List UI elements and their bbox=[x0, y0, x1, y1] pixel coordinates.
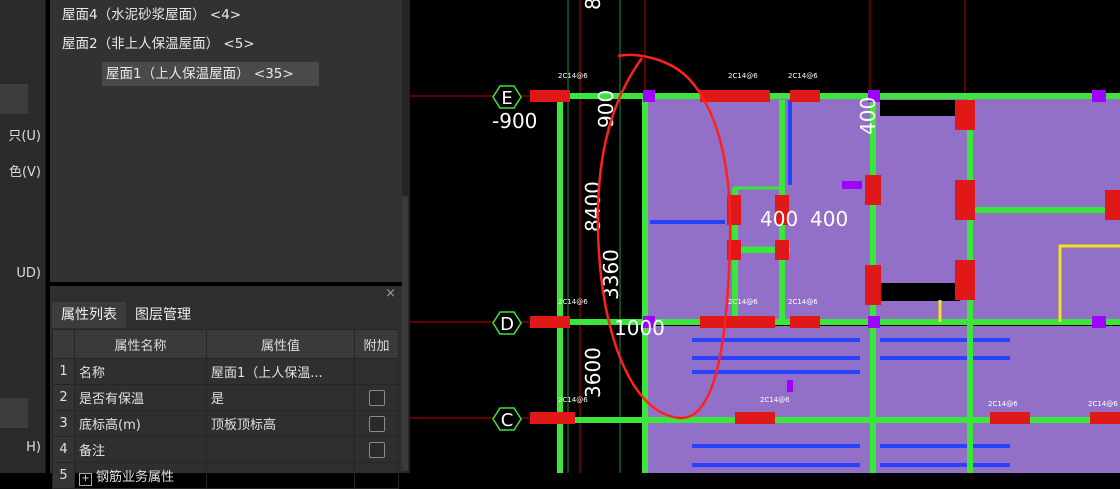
property-extra bbox=[354, 436, 399, 463]
column-mark bbox=[1092, 316, 1106, 328]
rebar-mark bbox=[1090, 412, 1120, 424]
column-header-index bbox=[52, 329, 75, 359]
strip-item-u[interactable]: 只(U) bbox=[0, 125, 45, 144]
panel-tabs: 属性列表 图层管理 bbox=[52, 302, 200, 328]
column-mark bbox=[1092, 90, 1106, 102]
table-row[interactable]: 3 底标高(m) 顶板顶标高 bbox=[52, 410, 399, 437]
dim-400-a: 400 bbox=[760, 207, 798, 231]
property-name[interactable]: 是否有保温 bbox=[74, 384, 207, 411]
cad-canvas[interactable]: 2C14@6 2C14@6 2C14@6 2C14@6 2C14@6 2C14@… bbox=[410, 0, 1120, 473]
rebar-mark bbox=[790, 90, 820, 102]
property-name[interactable]: 底标高(m) bbox=[74, 410, 207, 437]
property-value[interactable] bbox=[206, 436, 355, 463]
table-row[interactable]: 5 + 钢筋业务属性 bbox=[52, 462, 399, 489]
property-name[interactable]: 备注 bbox=[74, 436, 207, 463]
left-toolbar-strip: 只(U) 色(V) UD) H) bbox=[0, 0, 46, 473]
extra-checkbox[interactable] bbox=[368, 415, 385, 432]
property-value[interactable]: 是 bbox=[206, 384, 355, 411]
axis-label-c: C bbox=[501, 410, 514, 431]
rebar-mark bbox=[1105, 190, 1120, 220]
strip-selected-item-2[interactable] bbox=[0, 398, 28, 428]
rebar-mark bbox=[530, 90, 570, 102]
row-number: 5 bbox=[52, 462, 75, 489]
rebar-mark bbox=[865, 175, 881, 205]
table-row[interactable]: 4 备注 bbox=[52, 436, 399, 463]
property-extra bbox=[354, 358, 399, 385]
close-icon[interactable]: × bbox=[385, 286, 396, 301]
rebar-label: 2C14@6 bbox=[558, 72, 588, 80]
rebar-mark bbox=[955, 180, 975, 220]
property-name-text: 钢筋业务属性 bbox=[96, 469, 175, 485]
rebar-mark bbox=[700, 90, 770, 102]
column-mark bbox=[868, 316, 880, 328]
property-extra bbox=[354, 462, 399, 489]
rebar-label: 2C14@6 bbox=[728, 298, 758, 306]
opening-1 bbox=[880, 100, 965, 116]
rebar-mark bbox=[990, 412, 1030, 424]
tab-layer-management[interactable]: 图层管理 bbox=[126, 302, 200, 328]
dim-3600: 3600 bbox=[581, 347, 605, 398]
table-row[interactable]: 2 是否有保温 是 bbox=[52, 384, 399, 411]
dim-e-offset: -900 bbox=[492, 109, 537, 133]
strip-selected-item[interactable] bbox=[0, 84, 28, 114]
opening-2 bbox=[872, 283, 960, 301]
slab-region-3 bbox=[643, 326, 1120, 473]
dim-8: 8 bbox=[581, 0, 605, 10]
strip-item-ud[interactable]: UD) bbox=[0, 266, 45, 281]
property-name[interactable]: 名称 bbox=[74, 358, 207, 385]
property-name[interactable]: + 钢筋业务属性 bbox=[74, 462, 207, 489]
tab-property-list[interactable]: 属性列表 bbox=[52, 302, 126, 328]
table-row[interactable]: 1 名称 屋面1（上人保温... bbox=[52, 358, 399, 385]
property-panel: × 属性列表 图层管理 属性名称 属性值 附加 1 名称 屋面1（上人保温...… bbox=[50, 286, 402, 489]
row-number: 4 bbox=[52, 436, 75, 463]
rebar-label: 2C14@6 bbox=[788, 72, 818, 80]
list-item-roof4[interactable]: 屋面4（水泥砂浆屋面） <4> bbox=[56, 3, 247, 27]
rebar-mark bbox=[735, 412, 775, 424]
rebar-mark bbox=[775, 240, 789, 260]
property-value[interactable]: 屋面1（上人保温... bbox=[206, 358, 355, 385]
row-number: 3 bbox=[52, 410, 75, 437]
rebar-mark bbox=[955, 100, 975, 130]
rebar-mark bbox=[700, 316, 775, 328]
column-mark bbox=[842, 181, 862, 189]
list-item-roof2[interactable]: 屋面2（非上人保温屋面） <5> bbox=[56, 32, 261, 56]
column-header-name: 属性名称 bbox=[74, 329, 207, 359]
rebar-label: 2C14@6 bbox=[558, 298, 588, 306]
rebar-label: 2C14@6 bbox=[988, 400, 1018, 408]
property-value[interactable]: 顶板顶标高 bbox=[206, 410, 355, 437]
property-extra bbox=[354, 384, 399, 411]
list-item-roof1-selected[interactable]: 屋面1（上人保温屋面） <35> bbox=[102, 62, 319, 86]
column-mark bbox=[787, 380, 793, 392]
strip-item-h[interactable]: H) bbox=[0, 440, 45, 455]
dim-1000: 1000 bbox=[614, 316, 665, 340]
rebar-label: 2C14@6 bbox=[760, 396, 790, 404]
extra-checkbox[interactable] bbox=[368, 389, 385, 406]
dim-400-b: 400 bbox=[810, 207, 848, 231]
strip-item-v[interactable]: 色(V) bbox=[0, 161, 45, 180]
axis-label-e: E bbox=[501, 88, 512, 109]
property-value[interactable] bbox=[206, 462, 355, 489]
dim-400-c: 400 bbox=[856, 97, 880, 135]
dim-8400: 8400 bbox=[581, 181, 605, 232]
rebar-mark bbox=[530, 316, 570, 328]
rebar-mark bbox=[865, 265, 881, 305]
rebar-mark bbox=[790, 316, 820, 328]
scrollbar-thumb[interactable] bbox=[402, 196, 408, 471]
axis-label-d: D bbox=[500, 314, 514, 335]
rebar-label: 2C14@6 bbox=[728, 72, 758, 80]
row-number: 2 bbox=[52, 384, 75, 411]
row-number: 1 bbox=[52, 358, 75, 385]
column-header-value: 属性值 bbox=[206, 329, 355, 359]
extra-checkbox[interactable] bbox=[368, 441, 385, 458]
column-mark bbox=[643, 90, 655, 102]
rebar-label: 2C14@6 bbox=[788, 298, 818, 306]
column-header-extra: 附加 bbox=[354, 329, 399, 359]
cad-drawing[interactable]: 2C14@6 2C14@6 2C14@6 2C14@6 2C14@6 2C14@… bbox=[410, 0, 1120, 473]
rebar-mark bbox=[530, 412, 575, 424]
property-extra bbox=[354, 410, 399, 437]
rebar-label: 2C14@6 bbox=[1088, 400, 1118, 408]
expand-icon[interactable]: + bbox=[79, 472, 92, 486]
rebar-mark bbox=[955, 260, 975, 300]
property-table: 属性名称 属性值 附加 1 名称 屋面1（上人保温... 2 是否有保温 是 3… bbox=[52, 329, 399, 489]
